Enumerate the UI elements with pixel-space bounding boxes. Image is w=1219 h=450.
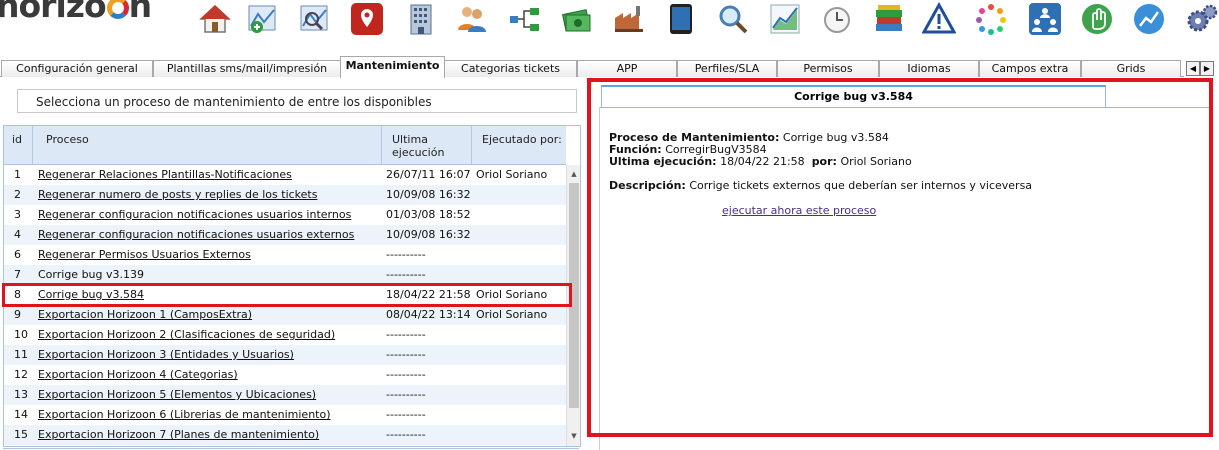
magnifier-icon[interactable] [716, 2, 750, 36]
table-row[interactable]: 6 Regenerar Permisos Usuarios Externos ---… [4, 245, 566, 265]
process-link[interactable]: Exportacion Horizoon 1 (CamposExtra) [38, 305, 252, 325]
tab-scroll-right-icon[interactable]: ▶ [1200, 61, 1214, 76]
detail-panel-highlight [587, 78, 1213, 437]
location-pin-icon[interactable] [350, 2, 384, 36]
tab-grids[interactable]: Grids [1081, 60, 1181, 77]
money-icon[interactable] [560, 2, 594, 36]
tablet-icon[interactable] [664, 2, 698, 36]
tab-app[interactable]: APP [577, 60, 677, 77]
tab-idiomas[interactable]: Idiomas [879, 60, 979, 77]
table-row[interactable]: 4 Regenerar configuracion notificaciones … [4, 225, 566, 245]
table-row[interactable]: 3 Regenerar configuracion notificaciones … [4, 205, 566, 225]
table-row[interactable]: 10 Exportacion Horizoon 2 (Clasificacione… [4, 325, 566, 345]
hand-icon[interactable] [1080, 2, 1114, 36]
scroll-up-icon[interactable]: ▲ [567, 167, 580, 181]
process-link[interactable]: Regenerar Permisos Usuarios Externos [38, 245, 251, 265]
top-toolbar: horizo n [0, 0, 1219, 42]
books-icon[interactable] [872, 2, 906, 36]
table-row[interactable]: 2 Regenerar numero de posts y replies de … [4, 185, 566, 205]
process-link[interactable]: Exportacion Horizoon 7 (Planes de manten… [38, 425, 319, 445]
tab-configuracion-general[interactable]: Configuración general [1, 60, 153, 77]
tab-plantillas[interactable]: Plantillas sms/mail/impresión [153, 60, 341, 77]
table-row[interactable]: 11 Exportacion Horizoon 3 (Entidades y Us… [4, 345, 566, 365]
grid-bottom-line [3, 448, 579, 449]
selected-row-highlight [2, 283, 572, 307]
tab-scroll-left-icon[interactable]: ◀ [1186, 61, 1200, 76]
map-add-icon[interactable] [246, 2, 280, 36]
table-row[interactable]: 12 Exportacion Horizoon 4 (Categorias) ---… [4, 365, 566, 385]
clock-icon[interactable] [820, 2, 854, 36]
grid-header: id Proceso Ultima ejecución Ejecutado po… [4, 126, 566, 165]
table-row[interactable]: 7 Corrige bug v3.139 ---------- [4, 265, 566, 285]
scroll-down-icon[interactable]: ▼ [567, 429, 580, 443]
process-link[interactable]: Exportacion Horizoon 2 (Clasificaciones … [38, 325, 335, 345]
factory-icon[interactable] [612, 2, 646, 36]
process-link[interactable]: Corrige bug v3.139 [38, 265, 144, 285]
table-row[interactable]: 15 Exportacion Horizoon 7 (Planes de mant… [4, 425, 566, 445]
process-link[interactable]: Exportacion Horizoon 5 (Elementos y Ubic… [38, 385, 316, 405]
process-link[interactable]: Exportacion Horizoon 6 (Librerias de man… [38, 405, 331, 425]
table-row[interactable]: 14 Exportacion Horizoon 6 (Librerias de m… [4, 405, 566, 425]
header-run-by[interactable]: Ejecutado por: [472, 126, 566, 164]
table-row[interactable]: 1 Regenerar Relaciones Plantillas-Notific… [4, 165, 566, 185]
process-link[interactable]: Regenerar configuracion notificaciones u… [38, 225, 354, 245]
chart-growth-icon[interactable] [768, 2, 802, 36]
users-icon[interactable] [455, 2, 489, 36]
header-process[interactable]: Proceso [33, 126, 382, 164]
tab-campos-extra[interactable]: Campos extra [979, 60, 1081, 77]
org-chart-icon[interactable] [1028, 2, 1062, 36]
header-id[interactable]: id [4, 126, 33, 164]
loading-dots-icon[interactable] [974, 2, 1008, 36]
warning-icon[interactable] [922, 2, 956, 36]
process-hint: Selecciona un proceso de mantenimiento d… [17, 89, 577, 113]
process-link[interactable]: Regenerar numero de posts y replies de l… [38, 185, 317, 205]
home-icon[interactable] [198, 2, 232, 36]
process-link[interactable]: Regenerar configuracion notificaciones u… [38, 205, 351, 225]
process-link[interactable]: Exportacion Horizoon 4 (Categorias) [38, 365, 238, 385]
gears-icon[interactable] [1184, 2, 1218, 36]
tab-categorias-tickets[interactable]: Categorias tickets [444, 60, 577, 77]
table-row[interactable]: 13 Exportacion Horizoon 5 (Elementos y Ub… [4, 385, 566, 405]
tab-permisos[interactable]: Permisos [777, 60, 879, 77]
app-logo[interactable]: horizo n [0, 0, 152, 25]
hierarchy-icon[interactable] [508, 2, 542, 36]
process-link[interactable]: Regenerar Relaciones Plantillas-Notifica… [38, 165, 292, 185]
map-search-icon[interactable] [298, 2, 332, 36]
logo-ring-icon [106, 0, 129, 19]
table-row[interactable]: 9 Exportacion Horizoon 1 (CamposExtra) 08/… [4, 305, 566, 325]
tab-mantenimiento[interactable]: Mantenimiento [340, 56, 445, 78]
building-icon[interactable] [404, 2, 438, 36]
trend-chart-icon[interactable] [1132, 2, 1166, 36]
header-last-run[interactable]: Ultima ejecución [382, 126, 472, 164]
tab-perfiles-sla[interactable]: Perfiles/SLA [677, 60, 777, 77]
process-link[interactable]: Exportacion Horizoon 3 (Entidades y Usua… [38, 345, 294, 365]
